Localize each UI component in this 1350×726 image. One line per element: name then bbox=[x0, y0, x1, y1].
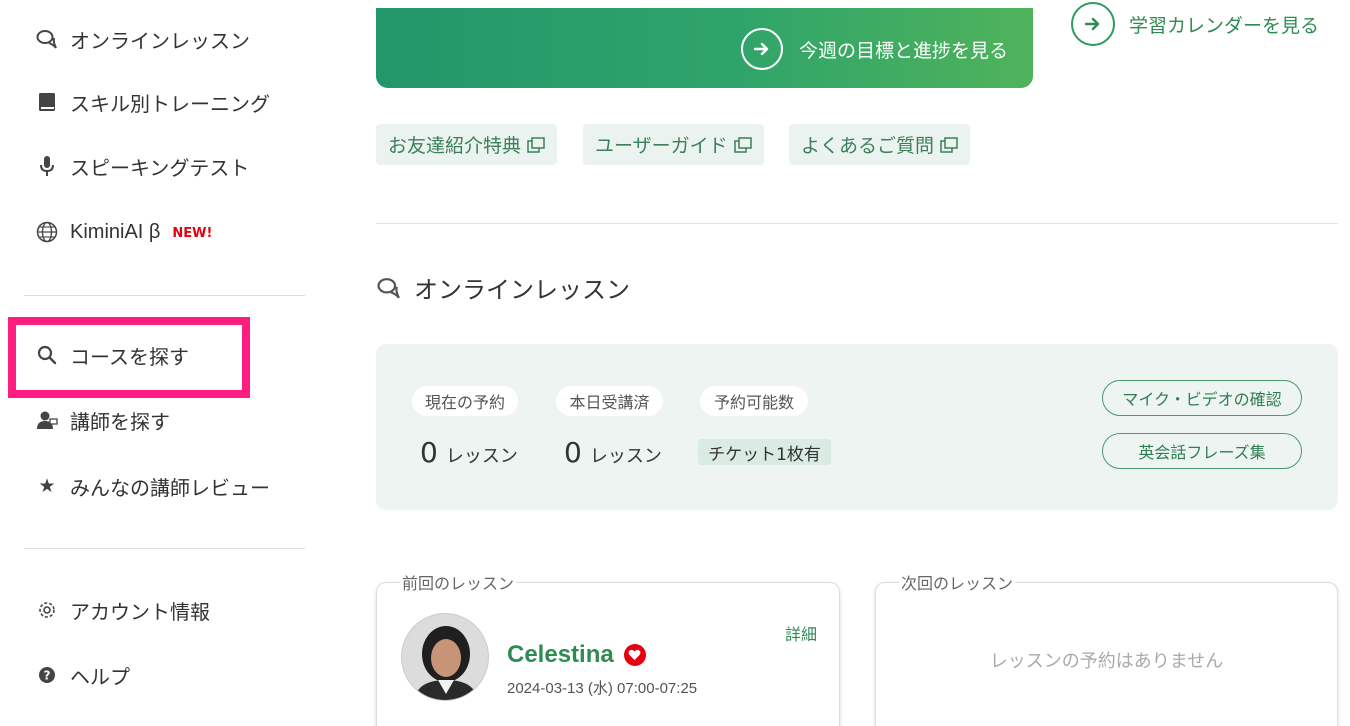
phrase-collection-button[interactable]: 英会話フレーズ集 bbox=[1102, 433, 1302, 469]
faq-link[interactable]: よくあるご質問 bbox=[789, 124, 971, 165]
external-link-icon bbox=[527, 136, 545, 153]
link-label: お友達紹介特典 bbox=[388, 135, 522, 157]
user-guide-link[interactable]: ユーザーガイド bbox=[583, 124, 764, 165]
external-link-icon bbox=[940, 136, 958, 153]
reserved-number: 0 bbox=[420, 436, 438, 469]
sidebar-item-label: アカウント情報 bbox=[70, 599, 210, 624]
no-lesson-message: レッスンの予約はありません bbox=[989, 651, 1224, 672]
microphone-icon bbox=[36, 155, 58, 177]
next-lesson-card: レッスンの予約はありません bbox=[875, 582, 1338, 726]
sidebar-item-kiminiai[interactable]: KiminiAI β NEW! bbox=[36, 217, 212, 247]
help-icon: ? bbox=[36, 664, 58, 686]
sidebar-item-account[interactable]: アカウント情報 bbox=[36, 595, 210, 625]
book-icon bbox=[36, 91, 58, 113]
teacher-icon bbox=[36, 409, 58, 431]
sidebar-item-label: KiminiAI β bbox=[70, 220, 161, 243]
star-icon: ★ bbox=[38, 475, 56, 497]
avatar bbox=[401, 613, 489, 701]
next-lesson-legend: 次回のレッスン bbox=[899, 570, 1016, 594]
gear-icon bbox=[36, 599, 58, 621]
arrow-right-icon bbox=[1071, 2, 1115, 46]
reserved-label: 現在の予約 bbox=[412, 386, 518, 416]
ticket-badge: チケット1枚有 bbox=[698, 439, 831, 465]
lesson-datetime: 2024-03-13 (水) 07:00-07:25 bbox=[507, 680, 698, 697]
progress-banner[interactable]: 今週の目標と進捗を見る bbox=[376, 8, 1033, 88]
arrow-right-icon bbox=[741, 28, 783, 70]
new-badge: NEW! bbox=[172, 226, 213, 241]
today-count: 0 レッスン bbox=[564, 436, 662, 469]
weekly-goal-label: 今週の目標と進捗を見る bbox=[799, 39, 1009, 62]
sidebar-item-label: みんなの講師レビュー bbox=[70, 475, 270, 500]
reserved-count: 0 レッスン bbox=[420, 436, 518, 469]
sidebar-item-skill-training[interactable]: スキル別トレーニング bbox=[36, 87, 270, 117]
previous-lesson-legend: 前回のレッスン bbox=[400, 570, 517, 594]
external-link-icon bbox=[733, 136, 752, 153]
weekly-goal-button[interactable]: 今週の目標と進捗を見る bbox=[741, 28, 1008, 70]
sidebar-item-help[interactable]: ? ヘルプ bbox=[36, 660, 130, 690]
chat-bubbles-icon bbox=[36, 28, 58, 50]
lesson-detail-link[interactable]: 詳細 bbox=[785, 621, 817, 645]
lesson-stats-panel: 現在の予約 0 レッスン 本日受講済 0 レッスン 予約可能数 チケット1枚有 … bbox=[376, 344, 1338, 510]
sidebar-item-teacher-reviews[interactable]: ★ みんなの講師レビュー bbox=[36, 471, 270, 501]
globe-icon bbox=[36, 221, 58, 243]
today-label: 本日受講済 bbox=[556, 386, 663, 416]
svg-text:?: ? bbox=[44, 669, 51, 683]
sidebar-item-label: ヘルプ bbox=[70, 664, 130, 689]
previous-lesson-card: Celestina 2024-03-13 (水) 07:00-07:25 詳細 bbox=[376, 582, 840, 726]
sidebar-divider bbox=[24, 548, 305, 549]
section-divider bbox=[376, 223, 1338, 224]
sidebar-item-label: オンラインレッスン bbox=[70, 28, 250, 53]
section-title: オンラインレッスン bbox=[376, 270, 630, 305]
today-unit: レッスン bbox=[589, 446, 662, 467]
sidebar-item-label: 講師を探す bbox=[70, 409, 170, 434]
link-label: ユーザーガイド bbox=[595, 135, 728, 157]
learning-calendar-link[interactable]: 学習カレンダーを見る bbox=[1071, 2, 1319, 46]
sidebar-item-find-teacher[interactable]: 講師を探す bbox=[36, 405, 170, 435]
available-label: 予約可能数 bbox=[700, 386, 808, 416]
section-title-label: オンラインレッスン bbox=[414, 276, 630, 304]
sidebar-item-speaking-test[interactable]: スピーキングテスト bbox=[36, 151, 249, 181]
link-label: よくあるご質問 bbox=[801, 135, 935, 157]
today-number: 0 bbox=[564, 436, 582, 469]
reserved-unit: レッスン bbox=[445, 446, 518, 467]
mic-video-check-button[interactable]: マイク・ビデオの確認 bbox=[1102, 380, 1302, 416]
calendar-link-label: 学習カレンダーを見る bbox=[1129, 14, 1320, 37]
heart-icon[interactable] bbox=[623, 644, 646, 666]
teacher-name[interactable]: Celestina bbox=[507, 641, 646, 669]
sidebar-item-label: スキル別トレーニング bbox=[70, 91, 270, 116]
sidebar-divider bbox=[24, 295, 305, 296]
sidebar-item-label: スピーキングテスト bbox=[70, 155, 250, 180]
highlight-annotation bbox=[8, 317, 250, 398]
friend-referral-link[interactable]: お友達紹介特典 bbox=[376, 124, 558, 165]
teacher-name-label: Celestina bbox=[507, 641, 614, 668]
sidebar: オンラインレッスン スキル別トレーニング スピーキングテスト KiminiAI … bbox=[0, 0, 330, 726]
sidebar-item-online-lesson[interactable]: オンラインレッスン bbox=[36, 24, 250, 54]
chat-bubbles-icon bbox=[376, 277, 402, 299]
